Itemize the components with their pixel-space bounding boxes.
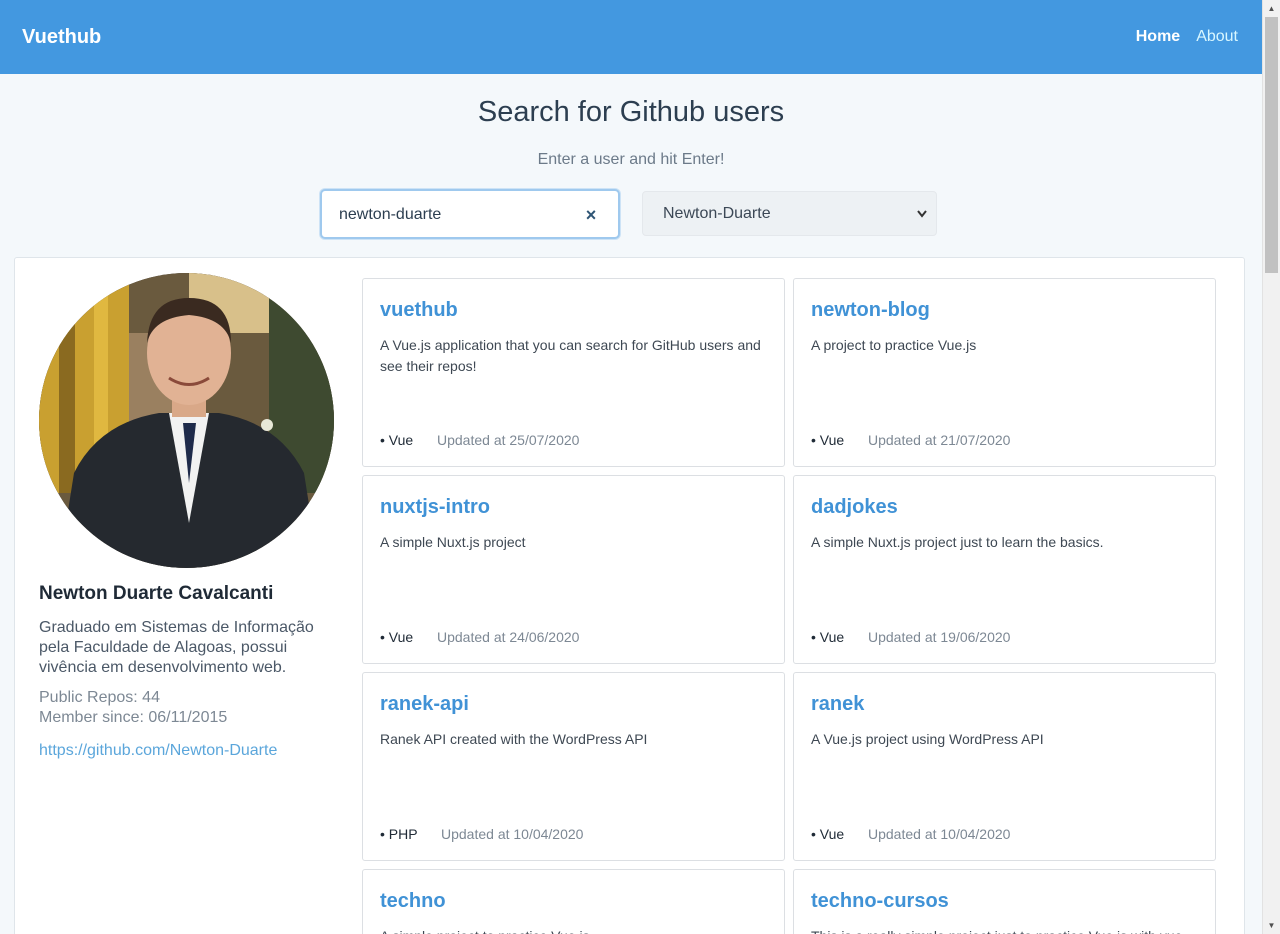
repo-updated: Updated at 24/06/2020 [437,629,580,645]
nav-links: Home About [1136,28,1238,46]
repo-card: nuxtjs-intro A simple Nuxt.js project • … [362,475,785,664]
arrow-down-icon[interactable]: ▼ [1263,917,1280,934]
member-since: Member since: 06/11/2015 [39,709,228,726]
repo-name-link[interactable]: ranek [811,693,864,716]
repo-name-link[interactable]: techno [380,890,446,913]
repo-card: ranek A Vue.js project using WordPress A… [793,672,1216,861]
repo-name-link[interactable]: vuethub [380,299,458,322]
nav-home-link[interactable]: Home [1136,28,1180,46]
repo-card: techno A simple project to practice Vue.… [362,869,785,934]
repo-updated: Updated at 19/06/2020 [868,629,1011,645]
search-input[interactable] [339,204,579,226]
repo-language: • Vue [811,826,845,842]
repo-updated: Updated at 10/04/2020 [868,826,1011,842]
public-repos-count: Public Repos: 44 [39,689,160,706]
repo-language: • Vue [811,629,845,645]
brand-logo[interactable]: Vuethub [22,26,101,49]
repo-description: A Vue.js project using WordPress API [811,731,1044,747]
repo-name-link[interactable]: dadjokes [811,496,898,519]
user-select-value: Newton-Duarte [663,205,771,222]
page-title: Search for Github users [477,96,785,128]
page-scrollbar[interactable]: ▲ ▼ [1262,0,1280,934]
close-icon[interactable]: × [583,205,599,225]
repo-updated: Updated at 21/07/2020 [868,432,1011,448]
repo-card: techno-cursos This is a really simple pr… [793,869,1216,934]
profile-bio: Graduado em Sistemas de Informação pela … [39,619,314,676]
repo-updated: Updated at 25/07/2020 [437,432,580,448]
profile-name: Newton Duarte Cavalcanti [39,583,274,604]
avatar [39,273,334,568]
repo-name-link[interactable]: nuxtjs-intro [380,496,490,519]
repo-name-link[interactable]: techno-cursos [811,890,949,913]
repo-language: • Vue [380,629,414,645]
search-box: × [320,189,620,239]
repo-description: This is a really simple project just to … [811,926,1206,934]
repo-card: ranek-api Ranek API created with the Wor… [362,672,785,861]
repo-language: • PHP [380,826,418,842]
repo-description: A simple project to practice Vue.js [380,926,775,934]
repo-card: vuethub A Vue.js application that you ca… [362,278,785,467]
repo-card: newton-blog A project to practice Vue.js… [793,278,1216,467]
repo-name-link[interactable]: newton-blog [811,299,930,322]
repo-description: A Vue.js application that you can search… [380,337,761,374]
repo-description: Ranek API created with the WordPress API [380,731,648,747]
repo-language: • Vue [811,432,845,448]
nav-about-link[interactable]: About [1196,28,1238,46]
repo-description: A project to practice Vue.js [811,337,977,353]
repo-description: A simple Nuxt.js project just to learn t… [811,534,1104,550]
chevron-down-icon [917,210,927,218]
repo-updated: Updated at 10/04/2020 [441,826,584,842]
avatar-photo [39,273,334,568]
github-profile-link[interactable]: https://github.com/Newton-Duarte [39,742,277,760]
search-hint: Enter a user and hit Enter! [537,151,725,168]
repo-card: dadjokes A simple Nuxt.js project just t… [793,475,1216,664]
user-select[interactable]: Newton-Duarte [642,191,937,236]
repo-description: A simple Nuxt.js project [380,534,526,550]
arrow-up-icon[interactable]: ▲ [1263,0,1280,17]
repo-name-link[interactable]: ranek-api [380,693,469,716]
navbar: Vuethub Home About [0,0,1262,74]
repo-language: • Vue [380,432,414,448]
scrollbar-thumb[interactable] [1265,17,1278,273]
